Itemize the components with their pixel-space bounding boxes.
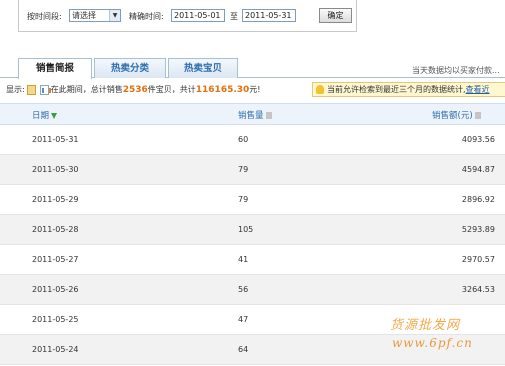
cell-quantity: 105 bbox=[238, 225, 254, 234]
sales-summary: 显示: 在此期间，总计销售 2536 件宝贝，共计 116165.30 元! bbox=[6, 84, 261, 95]
watermark-url: www.6pf.cn bbox=[392, 336, 473, 350]
summary-middle: 件宝贝，共计 bbox=[147, 85, 196, 94]
tab-sales-summary[interactable]: 销售简报 bbox=[18, 58, 92, 79]
cell-date: 2011-05-27 bbox=[32, 255, 79, 264]
cell-amount: 4093.56 bbox=[461, 135, 495, 144]
lightbulb-icon bbox=[316, 85, 324, 94]
total-count: 2536 bbox=[122, 84, 148, 95]
exact-time-label: 精确时间: bbox=[129, 12, 164, 21]
cell-date: 2011-05-24 bbox=[32, 345, 79, 354]
cell-quantity: 60 bbox=[238, 135, 249, 144]
notice-banner: 当前允许检索到最近三个月的数据统计,查看近 bbox=[312, 82, 505, 97]
cell-date: 2011-05-31 bbox=[32, 135, 79, 144]
cell-quantity: 56 bbox=[238, 285, 249, 294]
cell-quantity: 79 bbox=[238, 195, 249, 204]
data-note: 当天数据均以买家付款... bbox=[412, 66, 500, 75]
column-header-date[interactable]: 日期 bbox=[32, 109, 58, 121]
list-view-icon[interactable] bbox=[26, 84, 36, 95]
cell-date: 2011-05-28 bbox=[32, 225, 79, 234]
cell-amount: 2896.92 bbox=[461, 195, 495, 204]
cell-amount: 2970.57 bbox=[461, 255, 495, 264]
tab-hot-items[interactable]: 热卖宝贝 bbox=[168, 58, 238, 78]
watermark-logo-text: 货源批发网 bbox=[390, 318, 461, 333]
cell-date: 2011-05-25 bbox=[32, 315, 79, 324]
cell-amount: 5293.89 bbox=[461, 225, 495, 234]
sort-arrow-icon[interactable] bbox=[51, 112, 58, 119]
start-date-input[interactable]: 2011-05-01 bbox=[171, 9, 225, 22]
table-row: 2011-05-30 79 4594.87 bbox=[0, 155, 505, 185]
chart-view-icon[interactable] bbox=[39, 84, 51, 95]
chevron-down-icon[interactable]: ▼ bbox=[109, 10, 120, 21]
table-row: 2011-05-26 56 3264.53 bbox=[0, 275, 505, 305]
table-row: 2011-05-27 41 2970.57 bbox=[0, 245, 505, 275]
cell-amount: 4594.87 bbox=[461, 165, 495, 174]
cell-amount: 3264.53 bbox=[461, 285, 495, 294]
end-date-input[interactable]: 2011-05-31 bbox=[242, 9, 296, 22]
to-label: 至 bbox=[230, 12, 238, 21]
time-period-label: 按时间段: bbox=[27, 12, 62, 21]
table-row: 2011-05-28 105 5293.89 bbox=[0, 215, 505, 245]
notice-link[interactable]: 查看近 bbox=[466, 85, 490, 94]
time-period-select[interactable]: 请选择 ▼ bbox=[69, 9, 121, 22]
confirm-button[interactable]: 确定 bbox=[319, 8, 352, 23]
cell-quantity: 41 bbox=[238, 255, 249, 264]
cell-date: 2011-05-30 bbox=[32, 165, 79, 174]
summary-prefix: 在此期间，总计销售 bbox=[50, 85, 123, 94]
filter-panel: 按时间段: 请选择 ▼ 精确时间: 2011-05-01 至 2011-05-3… bbox=[18, 0, 357, 32]
table-header: 日期 销售量 销售额(元) bbox=[0, 103, 505, 125]
cell-date: 2011-05-29 bbox=[32, 195, 79, 204]
summary-suffix: 元! bbox=[249, 85, 261, 94]
display-label: 显示: bbox=[6, 85, 25, 94]
cell-quantity: 79 bbox=[238, 165, 249, 174]
time-period-select-value: 请选择 bbox=[72, 11, 96, 20]
column-header-quantity[interactable]: 销售量 bbox=[238, 109, 272, 121]
notice-text: 当前允许检索到最近三个月的数据统计, bbox=[327, 85, 466, 94]
cell-quantity: 47 bbox=[238, 315, 249, 324]
column-header-amount[interactable]: 销售额(元) bbox=[432, 109, 481, 121]
table-row: 2011-05-29 79 2896.92 bbox=[0, 185, 505, 215]
tab-hot-categories[interactable]: 热卖分类 bbox=[94, 58, 166, 78]
total-amount: 116165.30 bbox=[195, 84, 250, 95]
cell-date: 2011-05-26 bbox=[32, 285, 79, 294]
cell-quantity: 64 bbox=[238, 345, 249, 354]
table-row: 2011-05-31 60 4093.56 bbox=[0, 125, 505, 155]
sort-icon[interactable] bbox=[265, 112, 272, 119]
sort-icon[interactable] bbox=[474, 112, 481, 119]
